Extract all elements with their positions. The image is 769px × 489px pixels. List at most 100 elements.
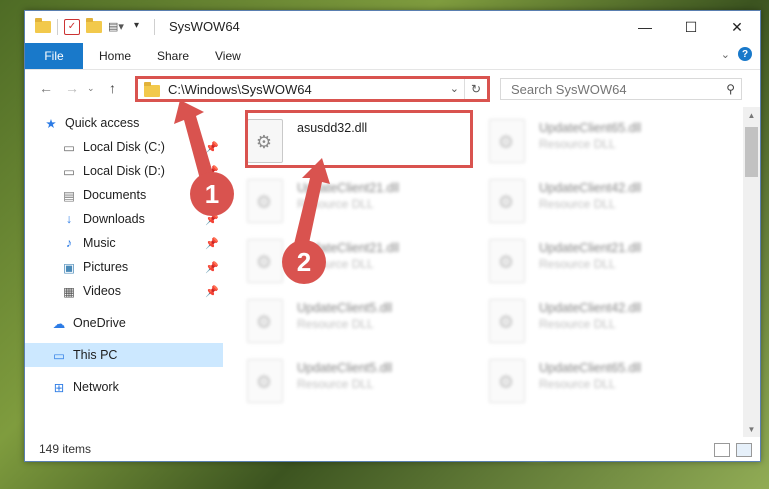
nav-item-local-disk-c[interactable]: ▭ Local Disk (C:) 📌 [25, 135, 223, 159]
file-name: UpdateClient65.dll [539, 361, 642, 375]
tab-share[interactable]: Share [157, 49, 189, 63]
nav-item-label: Downloads [83, 212, 145, 226]
cloud-icon: ☁ [52, 316, 66, 331]
nav-item-label: This PC [73, 348, 118, 362]
nav-item-label: Network [73, 380, 119, 394]
pin-icon[interactable]: 📌 [205, 141, 219, 154]
address-bar[interactable]: C:\Windows\SysWOW64 ⌄ ↻ [135, 76, 490, 102]
file-type: Resource DLL [539, 377, 616, 391]
title-bar: ✓ ▤▾ ▾ SysWOW64 — ☐ ✕ [25, 11, 760, 43]
tab-home[interactable]: Home [99, 49, 131, 63]
ribbon-right-controls: ⌄ ? [721, 47, 752, 61]
tab-view[interactable]: View [215, 49, 241, 63]
search-icon[interactable]: ⚲ [726, 82, 735, 96]
refresh-icon[interactable]: ↻ [464, 79, 487, 99]
nav-item-downloads[interactable]: ↓ Downloads 📌 [25, 207, 223, 231]
new-folder-icon[interactable] [86, 18, 102, 33]
nav-item-network[interactable]: ⊞ Network [25, 375, 223, 399]
up-arrow-icon[interactable]: ↑ [109, 80, 116, 96]
expand-ribbon-icon[interactable]: ⌄ [721, 48, 730, 61]
separator [57, 19, 58, 35]
dll-file-icon: ⚙ [489, 359, 525, 403]
gear-icon: ⚙ [255, 252, 273, 272]
nav-item-label: Local Disk (C:) [83, 140, 165, 154]
nav-item-quick-access[interactable]: ★ Quick access [25, 111, 241, 135]
help-icon[interactable]: ? [738, 47, 752, 61]
file-item[interactable]: ⚙ UpdateClient21.dll Resource DLL [247, 233, 467, 287]
pictures-icon: ▣ [63, 260, 75, 275]
window-controls: — ☐ ✕ [622, 11, 760, 43]
file-name: UpdateClient21.dll [539, 241, 642, 255]
vertical-scrollbar[interactable]: ▲ ▼ [743, 107, 760, 437]
back-arrow-icon[interactable]: ← [39, 80, 53, 96]
gear-icon: ⚙ [497, 192, 515, 212]
file-item[interactable]: ⚙ UpdateClient21.dll Resource DLL [247, 173, 467, 227]
file-type: Resource DLL [539, 257, 616, 271]
file-type: Resource DLL [297, 197, 374, 211]
file-item[interactable]: ⚙ UpdateClient42.dll Resource DLL [489, 173, 709, 227]
customize-toolbar-icon[interactable]: ▤▾ [108, 20, 124, 34]
file-item[interactable]: ⚙ UpdateClient5.dll Resource DLL [247, 293, 467, 347]
ribbon-tabs: File Home Share View ⌄ ? [25, 43, 760, 70]
pin-icon[interactable]: 📌 [205, 261, 219, 274]
scroll-down-icon[interactable]: ▼ [743, 421, 760, 437]
dll-file-icon: ⚙ [247, 179, 283, 223]
nav-item-this-pc[interactable]: ▭ This PC [25, 343, 223, 367]
minimize-button[interactable]: — [622, 11, 668, 43]
nav-item-label: Local Disk (D:) [83, 164, 165, 178]
download-icon: ↓ [65, 212, 73, 226]
forward-arrow-icon[interactable]: → [65, 80, 79, 96]
drive-icon: ▭ [63, 140, 75, 155]
file-type: Resource DLL [297, 317, 374, 331]
file-type: Resource DLL [539, 197, 616, 211]
gear-icon: ⚙ [497, 372, 515, 392]
gear-icon: ⚙ [255, 312, 273, 332]
nav-item-music[interactable]: ♪ Music 📌 [25, 231, 223, 255]
details-view-icon[interactable] [714, 443, 730, 457]
chevron-down-icon[interactable]: ⌄ [450, 82, 459, 95]
address-path[interactable]: C:\Windows\SysWOW64 [168, 82, 312, 97]
dll-file-icon: ⚙ [247, 359, 283, 403]
nav-item-videos[interactable]: ▦ Videos 📌 [25, 279, 223, 303]
gear-icon: ⚙ [255, 192, 273, 212]
dll-file-icon: ⚙ [489, 239, 525, 283]
nav-item-label: Videos [83, 284, 121, 298]
step-badge-1: 1 [190, 172, 234, 216]
properties-icon[interactable]: ✓ [64, 19, 80, 35]
large-icons-view-icon[interactable] [736, 443, 752, 457]
gear-icon: ⚙ [497, 312, 515, 332]
scroll-up-icon[interactable]: ▲ [743, 107, 760, 123]
recent-locations-icon[interactable]: ⌄ [87, 83, 95, 94]
nav-item-pictures[interactable]: ▣ Pictures 📌 [25, 255, 223, 279]
computer-icon: ▭ [53, 348, 65, 363]
drive-icon: ▭ [63, 164, 75, 179]
file-item[interactable]: ⚙ UpdateClient65.dll Resource DLL [489, 353, 709, 407]
tab-file[interactable]: File [25, 43, 83, 69]
explorer-window: ✓ ▤▾ ▾ SysWOW64 — ☐ ✕ File Home Share Vi… [24, 10, 761, 462]
folder-icon [35, 18, 51, 33]
dll-file-icon: ⚙ [489, 299, 525, 343]
file-item[interactable]: ⚙ UpdateClient21.dll Resource DLL [489, 233, 709, 287]
maximize-button[interactable]: ☐ [668, 11, 714, 43]
scrollbar-thumb[interactable] [745, 127, 758, 177]
pin-icon[interactable]: 📌 [205, 285, 219, 298]
file-item[interactable]: ⚙ UpdateClient5.dll Resource DLL [247, 353, 467, 407]
dll-file-icon: ⚙ [247, 239, 283, 283]
pin-icon[interactable]: 📌 [205, 237, 219, 250]
network-icon: ⊞ [53, 380, 65, 395]
search-box[interactable]: ⚲ [500, 78, 742, 100]
item-count: 149 items [39, 442, 92, 456]
nav-item-local-disk-d[interactable]: ▭ Local Disk (D:) 📌 [25, 159, 223, 183]
nav-item-label: Documents [83, 188, 147, 202]
dll-file-icon: ⚙ [489, 179, 525, 223]
address-row: ← → ⌄ ↑ C:\Windows\SysWOW64 ⌄ ↻ ⚲ [25, 70, 760, 108]
close-button[interactable]: ✕ [714, 11, 760, 43]
nav-item-label: OneDrive [73, 316, 126, 330]
nav-item-onedrive[interactable]: ☁ OneDrive [25, 311, 223, 335]
toolbar-dropdown-icon[interactable]: ▾ [134, 20, 148, 34]
folder-icon [144, 81, 160, 97]
file-item[interactable]: ⚙ UpdateClient65.dll Resource DLL [489, 113, 709, 167]
file-item[interactable]: ⚙ UpdateClient42.dll Resource DLL [489, 293, 709, 347]
search-input[interactable] [509, 80, 713, 98]
file-type: Resource DLL [297, 377, 374, 391]
